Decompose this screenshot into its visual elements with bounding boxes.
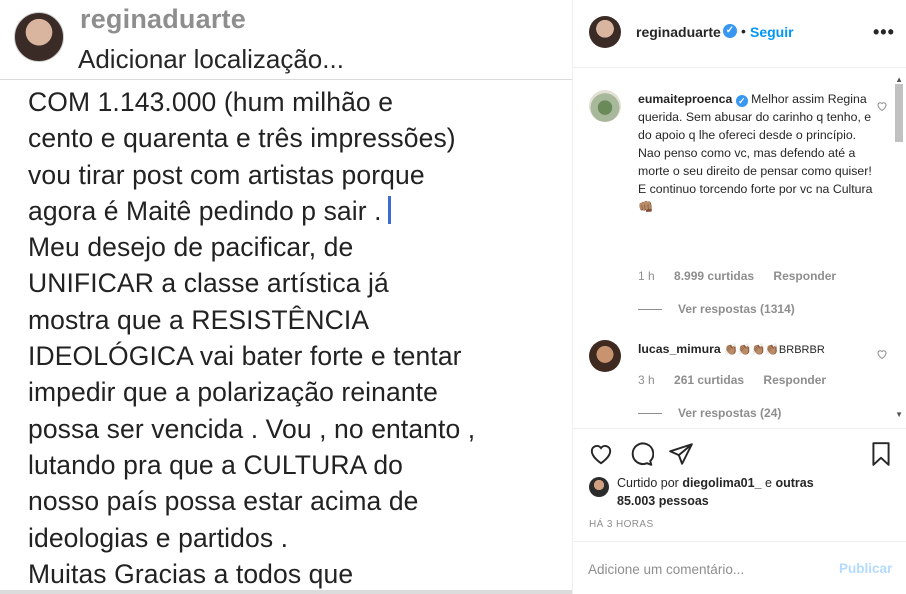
comment-time: 1 h [638,269,655,283]
replies-dash [638,413,662,415]
replies-dash [638,309,662,311]
comment-text: 👏🏽👏🏽👏🏽👏🏽BRBRBR [724,344,825,356]
view-replies-button[interactable]: Ver respostas (24) [638,406,781,420]
media-text-line: IDEOLÓGICA vai bater forte e tentar [28,341,462,372]
comment-input[interactable] [588,558,828,580]
comment-meta: 1 h 8.999 curtidas Responder [638,269,852,283]
view-replies-button[interactable]: Ver respostas (1314) [638,302,795,316]
media-text-line: ideologias e partidos . [28,522,289,553]
comment-text: Melhor assim Regina querida. Sem abusar … [638,92,873,214]
media-bottom-edge [0,590,572,594]
scroll-down-arrow-icon[interactable]: ▼ [895,410,903,419]
media-text-segment: agora é Maitê pedindo p sair . [28,195,382,226]
reply-button[interactable]: Responder [773,269,836,283]
view-replies-label: Ver respostas (1314) [678,302,795,316]
post-media: reginaduarte Adicionar localização... CO… [0,0,573,594]
heart-outline-icon[interactable] [876,348,888,363]
likes-prefix: Curtido por [617,476,679,490]
share-paper-plane-icon[interactable] [668,441,694,467]
media-text-line: possa ser vencida . Vou , no entanto , [28,413,476,444]
media-text-line: UNIFICAR a classe artística já [28,268,389,299]
more-options-icon[interactable]: ••• [873,22,895,43]
likes-text: Curtido por diegolima01_ e outras 85.003… [617,474,847,510]
text-cursor [387,195,391,224]
heart-outline-icon[interactable] [876,100,888,115]
media-text-line: vou tirar post com artistas porque [28,159,425,190]
reply-button[interactable]: Responder [763,373,826,387]
comment-body: eumaiteproenca ✓ Melhor assim Regina que… [638,90,878,216]
likes-conj: e [765,476,772,490]
verified-badge-icon: ✓ [723,24,737,38]
media-text-line: impedir que a polarização reinante [28,377,438,408]
media-text-line: COM 1.143.000 (hum milhão e [28,87,394,117]
post-timestamp[interactable]: HÁ 3 HORAS [589,519,654,530]
owner-avatar[interactable] [589,16,621,48]
comment-username[interactable]: lucas_mimura [638,342,721,356]
add-comment-bar: Publicar [573,541,906,594]
liker-avatar[interactable] [589,477,609,497]
media-text-line: nosso país possa estar acima de [28,486,419,517]
publish-button[interactable]: Publicar [839,561,892,576]
separator-dot: • [741,23,746,39]
owner-username[interactable]: reginaduarte [636,24,721,40]
comment-avatar[interactable] [589,340,621,372]
scroll-up-arrow-icon[interactable]: ▲ [895,75,903,84]
comment-meta: 3 h 261 curtidas Responder [638,373,842,387]
comments-list[interactable]: eumaiteproenca ✓ Melhor assim Regina que… [573,68,906,428]
bookmark-icon[interactable] [868,441,894,467]
comment-bubble-icon[interactable] [628,441,655,467]
media-text: COM 1.143.000 (hum milhão e cento e quar… [28,84,568,592]
media-text-line: mostra que a RESISTÊNCIA [28,304,370,335]
media-text-line: Muitas Gracias a todos que [28,558,354,589]
media-text-line: lutando pra que a CULTURA do [28,449,404,480]
follow-button[interactable]: Seguir [750,24,794,40]
verified-badge-icon: ✓ [735,95,748,107]
view-replies-label: Ver respostas (24) [678,406,782,420]
media-username: reginaduarte [80,4,246,34]
media-text-line: Meu desejo de pacificar, de [28,232,354,263]
media-header: reginaduarte Adicionar localização... [0,0,572,80]
comment-likes[interactable]: 261 curtidas [674,373,744,387]
comment-body: lucas_mimura 👏🏽👏🏽👏🏽👏🏽BRBRBR [638,340,878,359]
post-actions [573,428,906,478]
media-avatar [14,12,64,62]
like-heart-icon[interactable] [588,441,614,467]
media-location: Adicionar localização... [78,44,344,74]
comment-avatar[interactable] [589,90,621,122]
post-header: reginaduarte ✓ • Seguir ••• [573,0,906,68]
media-text-line: cento e quarenta e três impressões) [28,123,456,154]
media-text-line: agora é Maitê pedindo p sair . [28,193,568,229]
comment-username[interactable]: eumaiteproenca [638,92,732,106]
scrollbar-thumb[interactable] [895,84,903,142]
post-panel: reginaduarte ✓ • Seguir ••• eumaiteproen… [573,0,906,594]
liker-username[interactable]: diegolima01_ [682,476,761,490]
comment-time: 3 h [638,373,655,387]
comment-likes[interactable]: 8.999 curtidas [674,269,754,283]
